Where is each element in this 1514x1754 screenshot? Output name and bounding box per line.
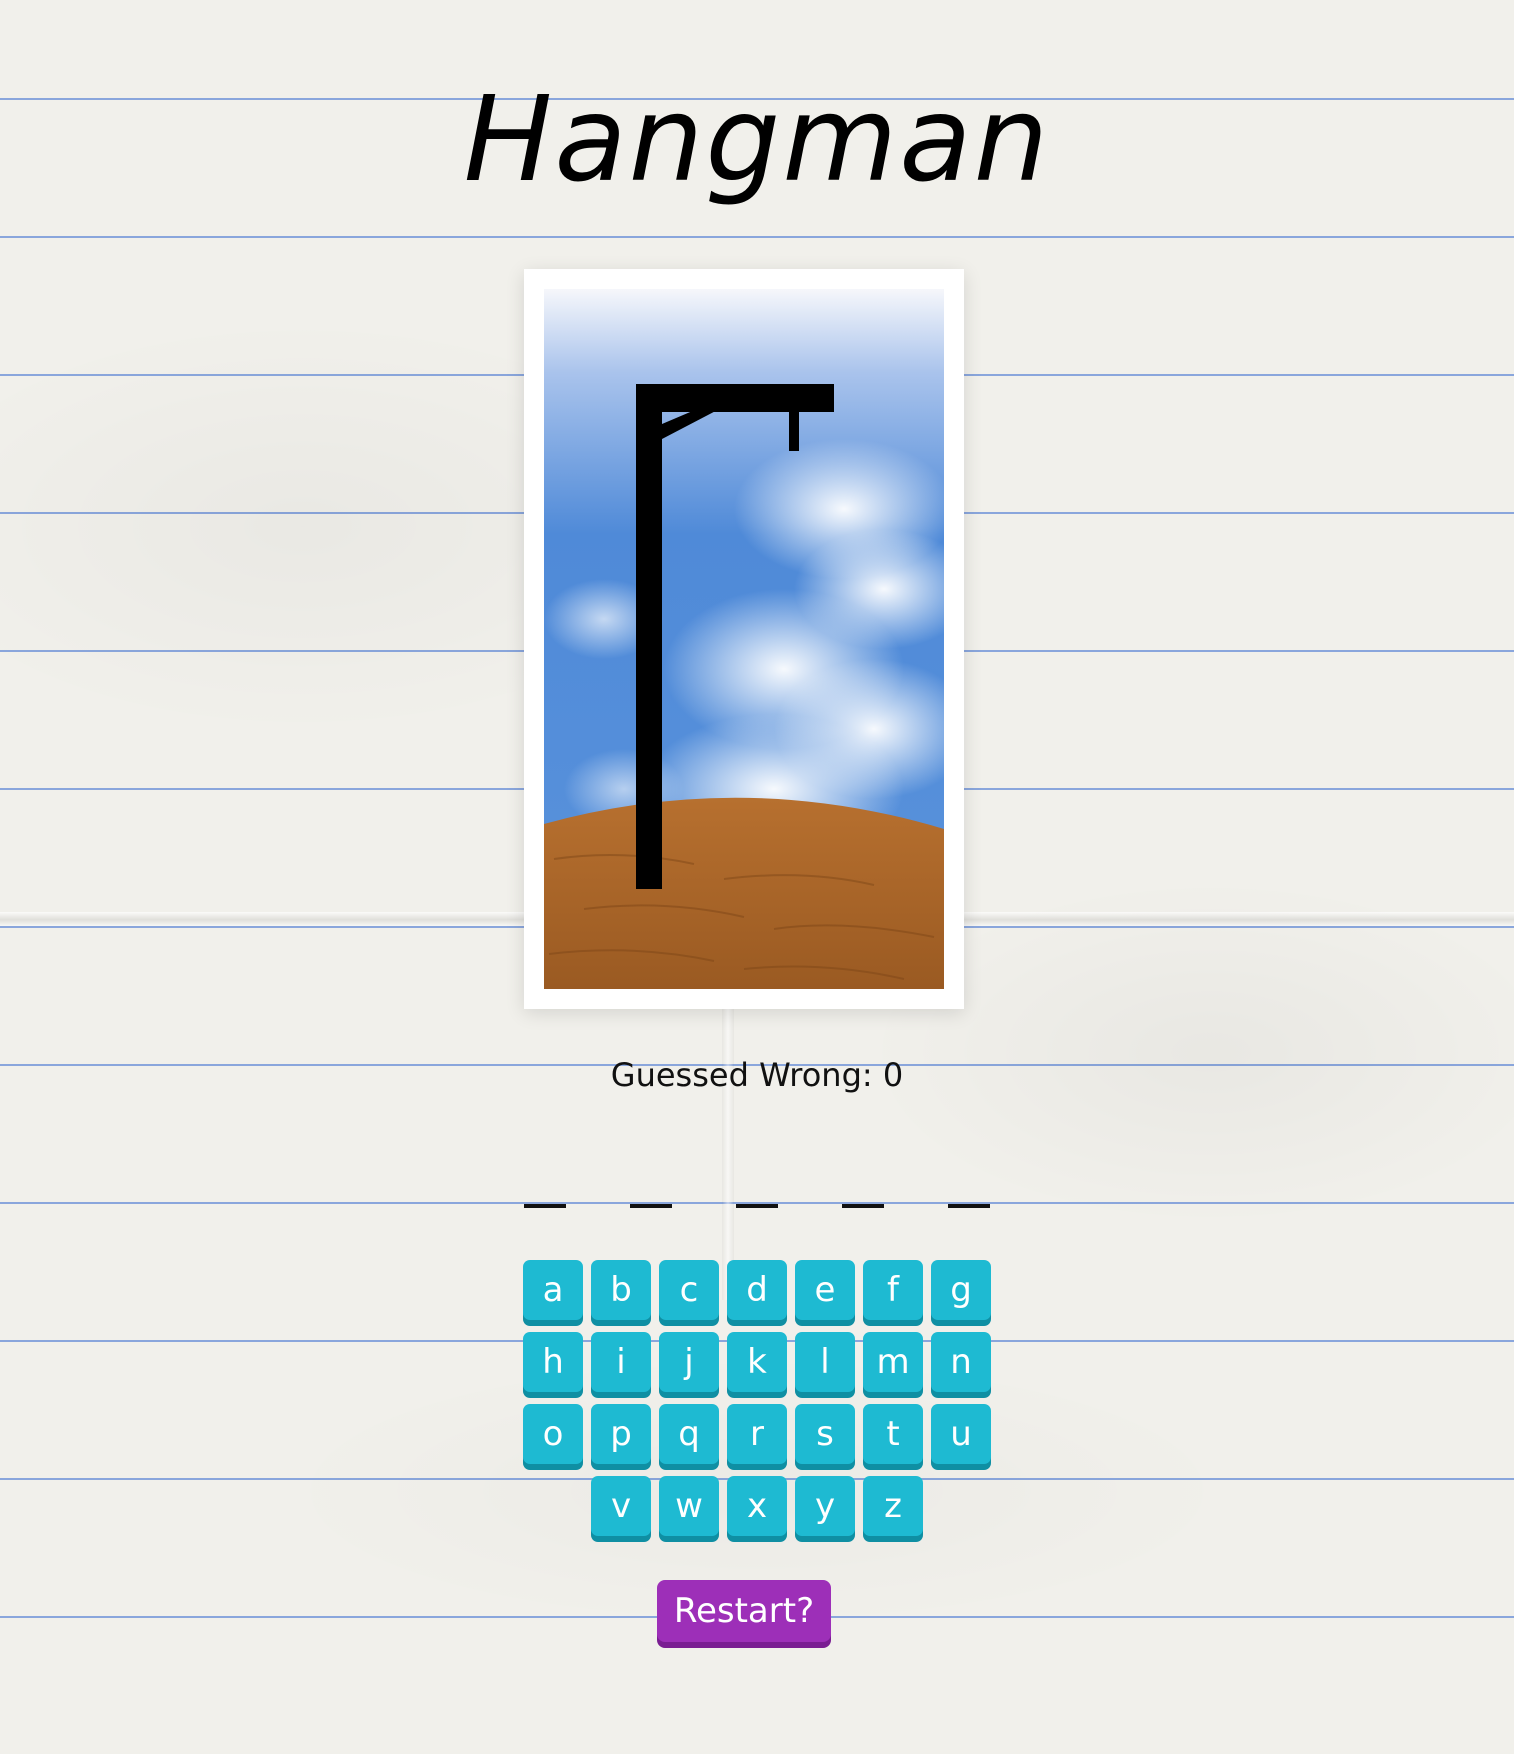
- letter-key-b[interactable]: b: [591, 1260, 651, 1320]
- hangman-scene: [544, 289, 944, 989]
- letter-blank: [630, 1180, 672, 1208]
- letter-key-w[interactable]: w: [659, 1476, 719, 1536]
- gallows-rope: [789, 409, 799, 451]
- letter-key-g[interactable]: g: [931, 1260, 991, 1320]
- letter-key-s[interactable]: s: [795, 1404, 855, 1464]
- letter-key-t[interactable]: t: [863, 1404, 923, 1464]
- guessed-wrong-count: 0: [882, 1056, 904, 1094]
- letter-key-l[interactable]: l: [795, 1332, 855, 1392]
- letter-keyboard: abcdefghijklmnopqrstuvwxyz: [0, 1260, 1514, 1536]
- game-title: Hangman: [463, 70, 1051, 208]
- letter-key-k[interactable]: k: [727, 1332, 787, 1392]
- letter-key-u[interactable]: u: [931, 1404, 991, 1464]
- ground: [544, 797, 944, 989]
- keyboard-row: abcdefg: [523, 1260, 991, 1320]
- keyboard-row: opqrstu: [523, 1404, 991, 1464]
- letter-key-p[interactable]: p: [591, 1404, 651, 1464]
- letter-key-n[interactable]: n: [931, 1332, 991, 1392]
- gallows-post: [636, 384, 662, 889]
- letter-key-o[interactable]: o: [523, 1404, 583, 1464]
- letter-key-e[interactable]: e: [795, 1260, 855, 1320]
- letter-key-c[interactable]: c: [659, 1260, 719, 1320]
- letter-key-f[interactable]: f: [863, 1260, 923, 1320]
- letter-key-z[interactable]: z: [863, 1476, 923, 1536]
- letter-key-m[interactable]: m: [863, 1332, 923, 1392]
- letter-key-r[interactable]: r: [727, 1404, 787, 1464]
- keyboard-row: hijklmn: [523, 1332, 991, 1392]
- letter-key-a[interactable]: a: [523, 1260, 583, 1320]
- keyboard-row: vwxyz: [591, 1476, 923, 1536]
- letter-key-x[interactable]: x: [727, 1476, 787, 1536]
- letter-blank: [842, 1180, 884, 1208]
- letter-key-y[interactable]: y: [795, 1476, 855, 1536]
- letter-key-j[interactable]: j: [659, 1332, 719, 1392]
- letter-key-h[interactable]: h: [523, 1332, 583, 1392]
- paper-fold-vertical: [722, 1000, 734, 1300]
- guessed-wrong-status: Guessed Wrong: 0: [0, 1056, 1514, 1094]
- letter-blank: [948, 1180, 990, 1208]
- letter-key-d[interactable]: d: [727, 1260, 787, 1320]
- guessed-wrong-label: Guessed Wrong:: [610, 1056, 873, 1094]
- letter-key-i[interactable]: i: [591, 1332, 651, 1392]
- letter-key-q[interactable]: q: [659, 1404, 719, 1464]
- letter-blank: [524, 1180, 566, 1208]
- letter-key-v[interactable]: v: [591, 1476, 651, 1536]
- gallows-beam: [636, 384, 834, 412]
- letter-blank: [736, 1180, 778, 1208]
- restart-button[interactable]: Restart?: [657, 1580, 831, 1642]
- word-blanks: [0, 1180, 1514, 1208]
- gallows-illustration: [544, 289, 944, 989]
- hangman-frame: [524, 269, 964, 1009]
